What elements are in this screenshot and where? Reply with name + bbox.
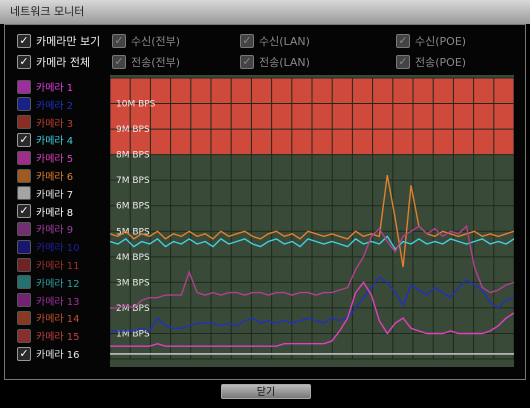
camera-all-label: 카메라 전체 [36, 56, 91, 69]
recv-lan-checkbox[interactable]: ✓ 수신(LAN) [240, 33, 310, 49]
y-axis-tick-label: 8M BPS [116, 151, 150, 161]
camera-checkbox[interactable]: 카메라 9 [17, 221, 73, 236]
y-axis-tick-label: 3M BPS [116, 278, 150, 288]
camera-checkbox[interactable]: 카메라 2 [17, 97, 73, 112]
bandwidth-graph: 10M BPS 9M BPS 8M BPS 7M BPS 6M BPS 5M BPS 4M … [110, 75, 514, 367]
checkbox-unchecked-icon [17, 293, 31, 308]
close-button[interactable]: 닫기 [221, 384, 311, 399]
camera-checkbox[interactable]: 카메라 1 [17, 79, 73, 94]
checkbox-disabled-icon: ✓ [396, 34, 410, 48]
checkbox-disabled-icon: ✓ [396, 55, 410, 69]
send-lan-checkbox[interactable]: ✓ 전송(LAN) [240, 54, 310, 70]
checkbox-unchecked-icon [17, 257, 31, 272]
camera-label: 카메라 15 [36, 332, 80, 344]
network-monitor-window: 네트워크 모니터 ✓ 카메라만 보기 ✓ 카메라 전체 ✓ 수신(전부) ✓ 수… [0, 0, 530, 408]
checkbox-unchecked-icon [17, 150, 31, 165]
camera-label: 카메라 9 [36, 225, 74, 237]
y-axis-tick-label: 4M BPS [116, 253, 150, 263]
camera-label: 카메라 7 [36, 189, 74, 201]
camera-label: 카메라 16 [36, 350, 80, 361]
recv-lan-label: 수신(LAN) [259, 35, 310, 48]
camera-checkbox[interactable]: 카메라 10 [17, 239, 80, 254]
camera-label: 카메라 11 [36, 261, 80, 272]
camera-label: 카메라 10 [36, 243, 80, 255]
checkbox-disabled-icon: ✓ [112, 55, 126, 69]
camera-checkbox[interactable]: ✓ 카메라 8 [17, 204, 73, 219]
checkbox-unchecked-icon [17, 221, 31, 236]
camera-label: 카메라 5 [36, 154, 74, 166]
camera-checkbox[interactable]: 카메라 12 [17, 275, 80, 290]
camera-checkbox[interactable]: ✓ 카메라 4 [17, 132, 73, 147]
send-all-checkbox[interactable]: ✓ 전송(전부) [112, 54, 180, 70]
recv-poe-checkbox[interactable]: ✓ 수신(POE) [396, 33, 466, 49]
camera-label: 카메라 1 [36, 83, 74, 94]
checkbox-checked-icon: ✓ [17, 204, 31, 219]
recv-all-checkbox[interactable]: ✓ 수신(전부) [112, 33, 180, 49]
checkbox-unchecked-icon [17, 97, 31, 112]
camera-label: 카메라 8 [36, 207, 74, 219]
camera-checkbox[interactable]: 카메라 6 [17, 168, 73, 183]
camera-label: 카메라 2 [36, 100, 74, 112]
checkbox-disabled-icon: ✓ [240, 34, 254, 48]
send-lan-label: 전송(LAN) [259, 56, 310, 69]
recv-poe-label: 수신(POE) [415, 35, 467, 48]
window-title: 네트워크 모니터 [0, 0, 530, 24]
camera-checkbox[interactable]: 카메라 5 [17, 150, 73, 165]
checkbox-unchecked-icon [17, 275, 31, 290]
camera-label: 카메라 13 [36, 296, 80, 308]
send-poe-checkbox[interactable]: ✓ 전송(POE) [396, 54, 466, 70]
checkbox-checked-icon: ✓ [17, 132, 31, 147]
checkbox-checked-icon: ✓ [17, 55, 31, 69]
send-poe-label: 전송(POE) [415, 56, 467, 69]
send-all-label: 전송(전부) [131, 56, 181, 69]
camera-label: 카메라 12 [36, 278, 80, 290]
camera-only-label: 카메라만 보기 [36, 35, 101, 48]
checkbox-checked-icon: ✓ [17, 346, 31, 361]
camera-checkbox[interactable]: 카메라 11 [17, 257, 80, 272]
camera-label: 카메라 4 [36, 136, 74, 148]
y-axis-tick-label: 6M BPS [116, 202, 150, 212]
camera-checkbox[interactable]: 카메라 7 [17, 186, 73, 201]
y-axis-tick-label: 10M BPS [116, 100, 156, 110]
camera-checkbox[interactable]: 카메라 3 [17, 115, 73, 130]
camera-label: 카메라 3 [36, 118, 74, 130]
checkbox-unchecked-icon [17, 79, 31, 94]
checkbox-disabled-icon: ✓ [112, 34, 126, 48]
camera-checkbox[interactable]: 카메라 15 [17, 328, 80, 343]
checkbox-unchecked-icon [17, 168, 31, 183]
camera-checkbox[interactable]: 카메라 13 [17, 293, 80, 308]
camera-only-checkbox[interactable]: ✓ 카메라만 보기 [17, 33, 100, 49]
checkbox-disabled-icon: ✓ [240, 55, 254, 69]
checkbox-unchecked-icon [17, 239, 31, 254]
checkbox-unchecked-icon [17, 328, 31, 343]
camera-label: 카메라 14 [36, 314, 80, 326]
checkbox-unchecked-icon [17, 186, 31, 201]
y-axis-tick-label: 5M BPS [116, 227, 150, 237]
checkbox-unchecked-icon [17, 310, 31, 325]
camera-label: 카메라 6 [36, 172, 74, 183]
checkbox-unchecked-icon [17, 115, 31, 130]
y-axis-tick-label: 7M BPS [116, 176, 150, 186]
recv-all-label: 수신(전부) [131, 35, 181, 48]
camera-all-checkbox[interactable]: ✓ 카메라 전체 [17, 54, 90, 70]
camera-checkbox[interactable]: ✓ 카메라 16 [17, 346, 80, 361]
y-axis-tick-label: 2M BPS [116, 304, 150, 314]
y-axis-tick-label: 9M BPS [116, 125, 150, 135]
checkbox-checked-icon: ✓ [17, 34, 31, 48]
camera-checkbox[interactable]: 카메라 14 [17, 310, 80, 325]
